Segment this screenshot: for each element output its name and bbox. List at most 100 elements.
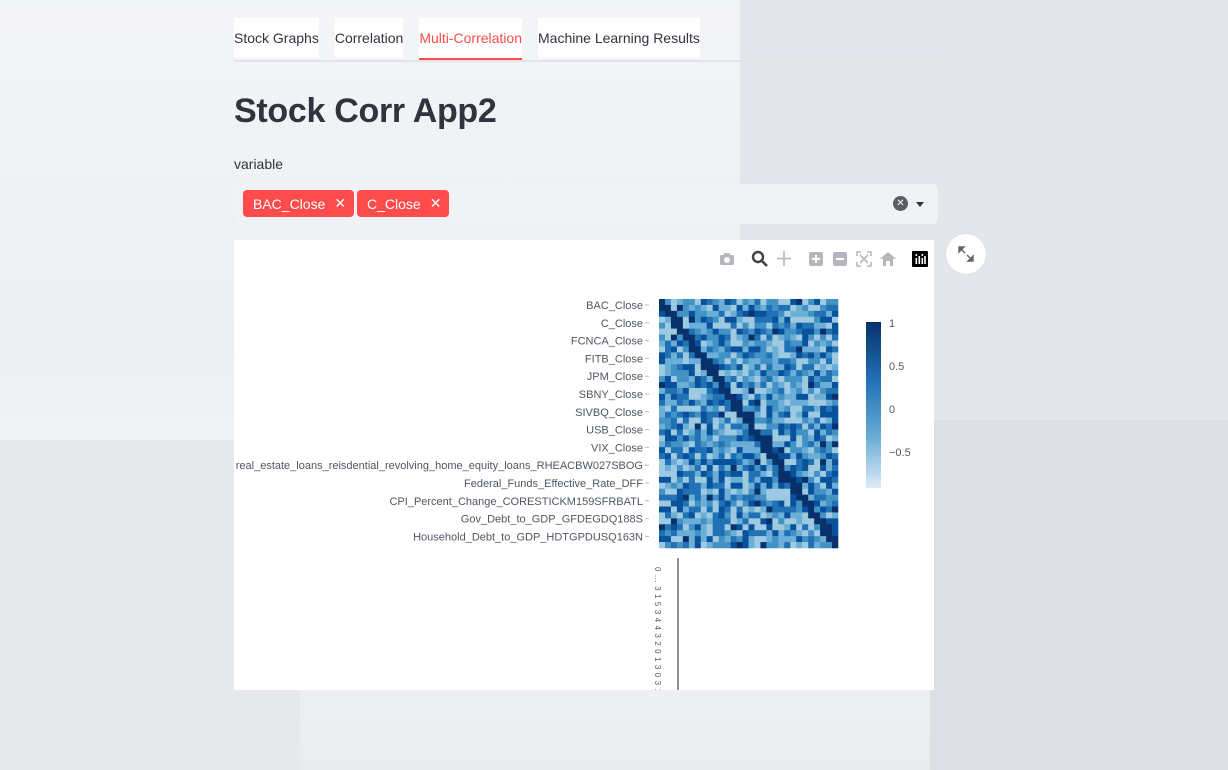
heatmap-cell — [718, 512, 725, 519]
heatmap-cell — [808, 316, 815, 324]
heatmap-cell — [802, 506, 809, 513]
heatmap-cell — [676, 299, 684, 306]
chevron-down-icon[interactable] — [916, 202, 924, 207]
heatmap-cell — [664, 387, 672, 395]
heatmap-cell — [676, 334, 684, 341]
heatmap-cell — [659, 506, 666, 513]
heatmap-cell — [688, 447, 696, 454]
heatmap-cell — [778, 500, 785, 507]
tab-multi-correlation[interactable]: Multi-Correlation — [419, 18, 523, 60]
heatmap-cell — [676, 352, 684, 359]
heatmap-cell — [790, 399, 797, 407]
pan-icon[interactable] — [777, 251, 791, 266]
heatmap-cell — [814, 506, 821, 513]
heatmap-cell — [754, 299, 761, 306]
heatmap-cell — [736, 299, 743, 306]
heatmap-cell — [724, 346, 731, 353]
heatmap-cell — [748, 304, 755, 312]
heatmap-cell — [832, 364, 839, 371]
heatmap-cell — [706, 500, 713, 507]
heatmap-cell — [802, 518, 809, 525]
heatmap-cell — [736, 328, 743, 335]
heatmap-cell — [694, 470, 702, 478]
reset-axes-icon[interactable] — [880, 252, 896, 266]
heatmap-cell — [808, 494, 815, 501]
heatmap-cell — [790, 465, 797, 472]
heatmap-cell — [736, 494, 743, 501]
plotly-logo-icon[interactable] — [912, 251, 928, 267]
heatmap-cell — [724, 536, 731, 543]
heatmap-cell — [736, 376, 743, 383]
heatmap-cell — [706, 358, 713, 365]
remove-chip-icon[interactable]: ✕ — [334, 195, 346, 212]
heatmap-cell — [664, 530, 672, 537]
variable-multiselect[interactable]: BAC_Close ✕ C_Close ✕ ✕ — [234, 184, 938, 224]
heatmap-cell — [808, 476, 815, 484]
heatmap-cell — [718, 518, 725, 525]
heatmap-cell — [659, 518, 666, 525]
heatmap-cell — [724, 494, 731, 501]
heatmap-cell — [742, 352, 749, 359]
y-tick-label: Gov_Debt_to_GDP_GFDEGDQ188S — [461, 514, 643, 526]
heatmap-cell — [700, 328, 708, 335]
heatmap-cell — [808, 512, 815, 519]
remove-chip-icon[interactable]: ✕ — [430, 195, 442, 212]
tab-machine-learning-results[interactable]: Machine Learning Results — [538, 18, 700, 58]
heatmap-cell — [724, 364, 731, 371]
heatmap-cell — [766, 476, 773, 484]
heatmap-cell — [659, 340, 666, 347]
heatmap-cell — [772, 393, 779, 401]
heatmap-cell — [832, 465, 839, 472]
heatmap-cell — [760, 524, 767, 531]
heatmap-cell — [694, 364, 702, 371]
heatmap-cell — [754, 482, 761, 490]
clear-all-icon[interactable]: ✕ — [893, 196, 908, 211]
heatmap-cell — [736, 518, 743, 525]
heatmap-cell — [754, 518, 761, 525]
zoom-in-icon[interactable] — [809, 252, 823, 266]
zoom-out-icon[interactable] — [833, 252, 847, 266]
tab-stock-graphs[interactable]: Stock Graphs — [234, 18, 319, 58]
heatmap-cell — [772, 376, 779, 383]
heatmap-cell — [700, 518, 708, 525]
chip-label: BAC_Close — [253, 195, 326, 212]
autoscale-icon[interactable] — [856, 251, 872, 267]
heatmap-cell — [688, 494, 696, 501]
heatmap-cell — [772, 488, 779, 495]
heatmap-cell — [820, 482, 827, 490]
heatmap-cell — [700, 393, 708, 401]
heatmap-cell — [784, 316, 791, 324]
heatmap-cell — [694, 417, 702, 424]
heatmap-cell — [778, 310, 785, 318]
heatmap-cell — [688, 482, 696, 490]
heatmap-cell — [754, 393, 761, 401]
heatmap-cell — [730, 518, 737, 525]
heatmap-cell — [802, 405, 809, 412]
heatmap-cell — [682, 399, 690, 407]
heatmap-cell — [724, 405, 731, 412]
heatmap-cell — [766, 435, 773, 442]
fullscreen-button[interactable] — [946, 234, 986, 274]
tab-correlation[interactable]: Correlation — [334, 18, 404, 58]
heatmap-cell — [808, 387, 815, 395]
heatmap-cell — [808, 441, 815, 448]
zoom-icon[interactable] — [751, 250, 768, 267]
heatmap-cell — [784, 299, 791, 306]
heatmap-cell — [676, 447, 684, 454]
heatmap-cell — [724, 429, 731, 436]
heatmap-cell — [659, 524, 666, 531]
heatmap-cell — [796, 512, 803, 519]
camera-icon[interactable] — [720, 253, 734, 265]
heatmap-cell — [742, 393, 749, 401]
heatmap-cell — [808, 500, 815, 507]
heatmap-cell — [712, 512, 719, 519]
heatmap-cell — [664, 494, 672, 501]
heatmap-cell — [688, 304, 696, 312]
heatmap-cell — [670, 429, 678, 436]
heatmap-cell — [748, 429, 755, 436]
heatmap-cell — [676, 340, 684, 347]
heatmap-cell — [659, 435, 666, 442]
heatmap-cell — [760, 441, 767, 448]
heatmap-cell — [712, 530, 719, 537]
heatmap-cell — [718, 482, 725, 490]
